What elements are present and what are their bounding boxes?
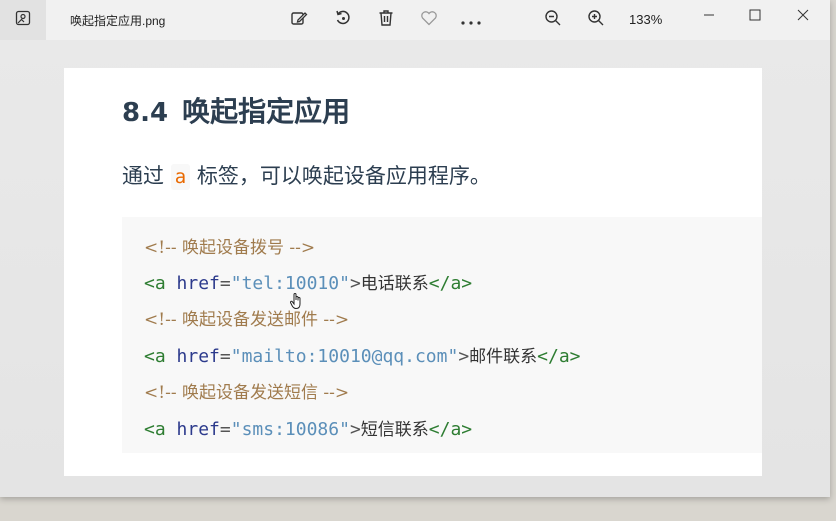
section-heading: 8.4 唤起指定应用	[122, 90, 350, 130]
heading-number: 8.4	[122, 98, 169, 128]
zoom-out-button[interactable]	[541, 8, 565, 32]
rotate-icon	[334, 9, 352, 31]
comment-text: <!-- 唤起设备拨号 -->	[144, 238, 316, 258]
titlebar: 唤起指定应用.png 133%	[0, 0, 830, 40]
code-comment-dial: <!-- 唤起设备拨号 -->	[144, 233, 315, 258]
edit-image-button[interactable]	[287, 8, 311, 32]
code-block: <!-- 唤起设备拨号 --> <a href="tel:10010">电话联系…	[122, 217, 762, 453]
more-button[interactable]	[459, 8, 483, 32]
favorite-button[interactable]	[417, 8, 441, 32]
code-line-tel: <a href="tel:10010">电话联系</a>	[144, 269, 472, 294]
comment-text: <!-- 唤起设备发送邮件 -->	[144, 310, 350, 330]
tag-close: </a>	[537, 346, 581, 367]
displayed-image: 8.4 唤起指定应用 通过 a 标签，可以唤起设备应用程序。 <!-- 唤起设备拨…	[64, 68, 762, 476]
attr-equals: =	[219, 273, 231, 294]
attr-name: href	[176, 273, 220, 294]
tag-gt: >	[349, 419, 361, 440]
tag-gt: >	[349, 273, 361, 294]
attr-name: href	[176, 346, 220, 367]
delete-icon	[378, 9, 394, 31]
link-text: 短信联系	[360, 420, 429, 440]
gallery-button[interactable]	[0, 0, 46, 40]
close-icon	[797, 6, 809, 25]
para-text-before: 通过	[122, 164, 164, 188]
close-button[interactable]	[780, 0, 826, 30]
attr-value: "sms:10086"	[230, 419, 350, 440]
code-comment-email: <!-- 唤起设备发送邮件 -->	[144, 305, 349, 330]
favorite-icon	[420, 10, 438, 30]
inline-code-a: a	[170, 164, 191, 190]
attr-value: "tel:10010"	[230, 273, 350, 294]
code-line-mailto: <a href="mailto:10010@qq.com">邮件联系</a>	[144, 342, 581, 367]
hand-cursor-icon	[289, 292, 303, 310]
link-text: 电话联系	[360, 274, 429, 294]
tag-open: <a	[144, 419, 166, 440]
minimize-button[interactable]	[686, 0, 732, 30]
tag-open: <a	[144, 346, 166, 367]
zoom-in-button[interactable]	[584, 8, 608, 32]
tag-gt: >	[458, 346, 470, 367]
tag-close: </a>	[428, 419, 473, 440]
intro-paragraph: 通过 a 标签，可以唤起设备应用程序。	[122, 160, 491, 190]
tag-close: </a>	[428, 273, 473, 294]
comment-text: <!-- 唤起设备发送短信 -->	[144, 383, 350, 403]
maximize-button[interactable]	[732, 0, 778, 30]
more-icon	[460, 11, 482, 30]
tag-open: <a	[144, 273, 166, 294]
file-name: 唤起指定应用.png	[70, 14, 166, 28]
minimize-icon	[703, 6, 715, 25]
gallery-icon	[15, 10, 31, 30]
zoom-in-icon	[587, 9, 605, 31]
attr-value: "mailto:10010@qq.com"	[230, 346, 459, 367]
zoom-out-icon	[544, 9, 562, 31]
code-comment-sms: <!-- 唤起设备发送短信 -->	[144, 378, 349, 403]
link-text: 邮件联系	[469, 347, 538, 367]
heading-text: 唤起指定应用	[182, 95, 351, 128]
zoom-level[interactable]: 133%	[629, 12, 662, 27]
delete-button[interactable]	[374, 8, 398, 32]
maximize-icon	[749, 6, 761, 25]
attr-equals: =	[219, 419, 231, 440]
rotate-button[interactable]	[331, 8, 355, 32]
edit-image-icon	[290, 9, 308, 31]
attr-equals: =	[219, 346, 231, 367]
para-text-after: 标签，可以唤起设备应用程序。	[196, 164, 491, 188]
code-line-sms: <a href="sms:10086">短信联系</a>	[144, 415, 472, 440]
attr-name: href	[176, 419, 220, 440]
